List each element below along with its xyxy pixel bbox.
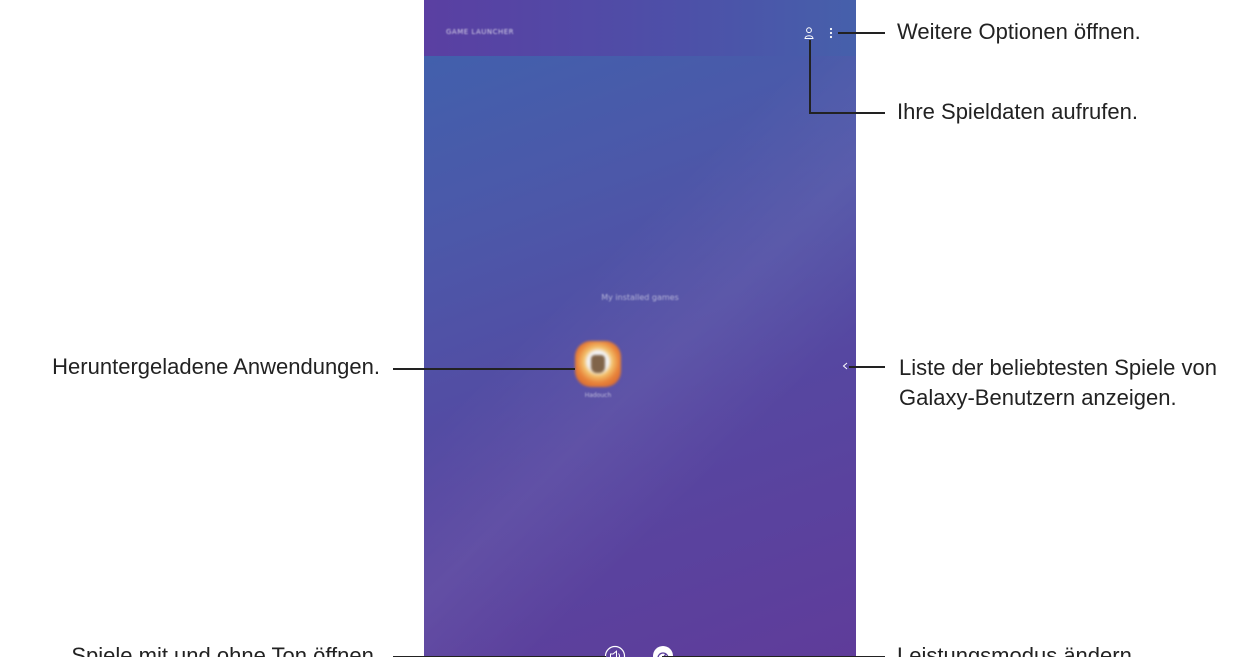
sound-toggle-icon[interactable] xyxy=(604,645,626,657)
callout-popular-games-line-1: Liste der beliebtesten Spiele von xyxy=(899,355,1217,380)
more-options-icon[interactable] xyxy=(828,27,834,39)
background-sheen xyxy=(424,0,856,657)
profile-icon[interactable] xyxy=(804,27,814,39)
app-title: GAME LAUNCHER xyxy=(446,28,515,36)
installed-games-label: My installed games xyxy=(601,293,679,302)
chevron-left-icon[interactable] xyxy=(842,362,848,370)
callout-downloaded-apps: Heruntergeladene Anwendungen. xyxy=(52,354,380,379)
performance-mode-icon[interactable] xyxy=(652,645,674,657)
game-app-icon[interactable] xyxy=(575,341,621,387)
callout-popular-games-line-2: Galaxy-Benutzern anzeigen. xyxy=(899,385,1177,410)
manual-illustration: GAME LAUNCHER My installed games Hadouch xyxy=(0,0,1260,657)
top-app-bar: GAME LAUNCHER xyxy=(424,0,856,56)
game-app-name: Hadouch xyxy=(584,392,612,399)
callout-performance-mode: Leistungsmodus ändern. xyxy=(897,643,1138,657)
game-character-icon xyxy=(591,355,605,373)
callout-sound-mode: Spiele mit und ohne Ton öffnen. xyxy=(71,643,380,657)
callout-more-options: Weitere Optionen öffnen. xyxy=(897,19,1141,44)
callout-play-data: Ihre Spieldaten aufrufen. xyxy=(897,99,1138,124)
callout-popular-games: Liste der beliebtesten Spiele von Galaxy… xyxy=(899,353,1217,413)
game-launcher-screen: GAME LAUNCHER My installed games Hadouch xyxy=(424,0,856,657)
